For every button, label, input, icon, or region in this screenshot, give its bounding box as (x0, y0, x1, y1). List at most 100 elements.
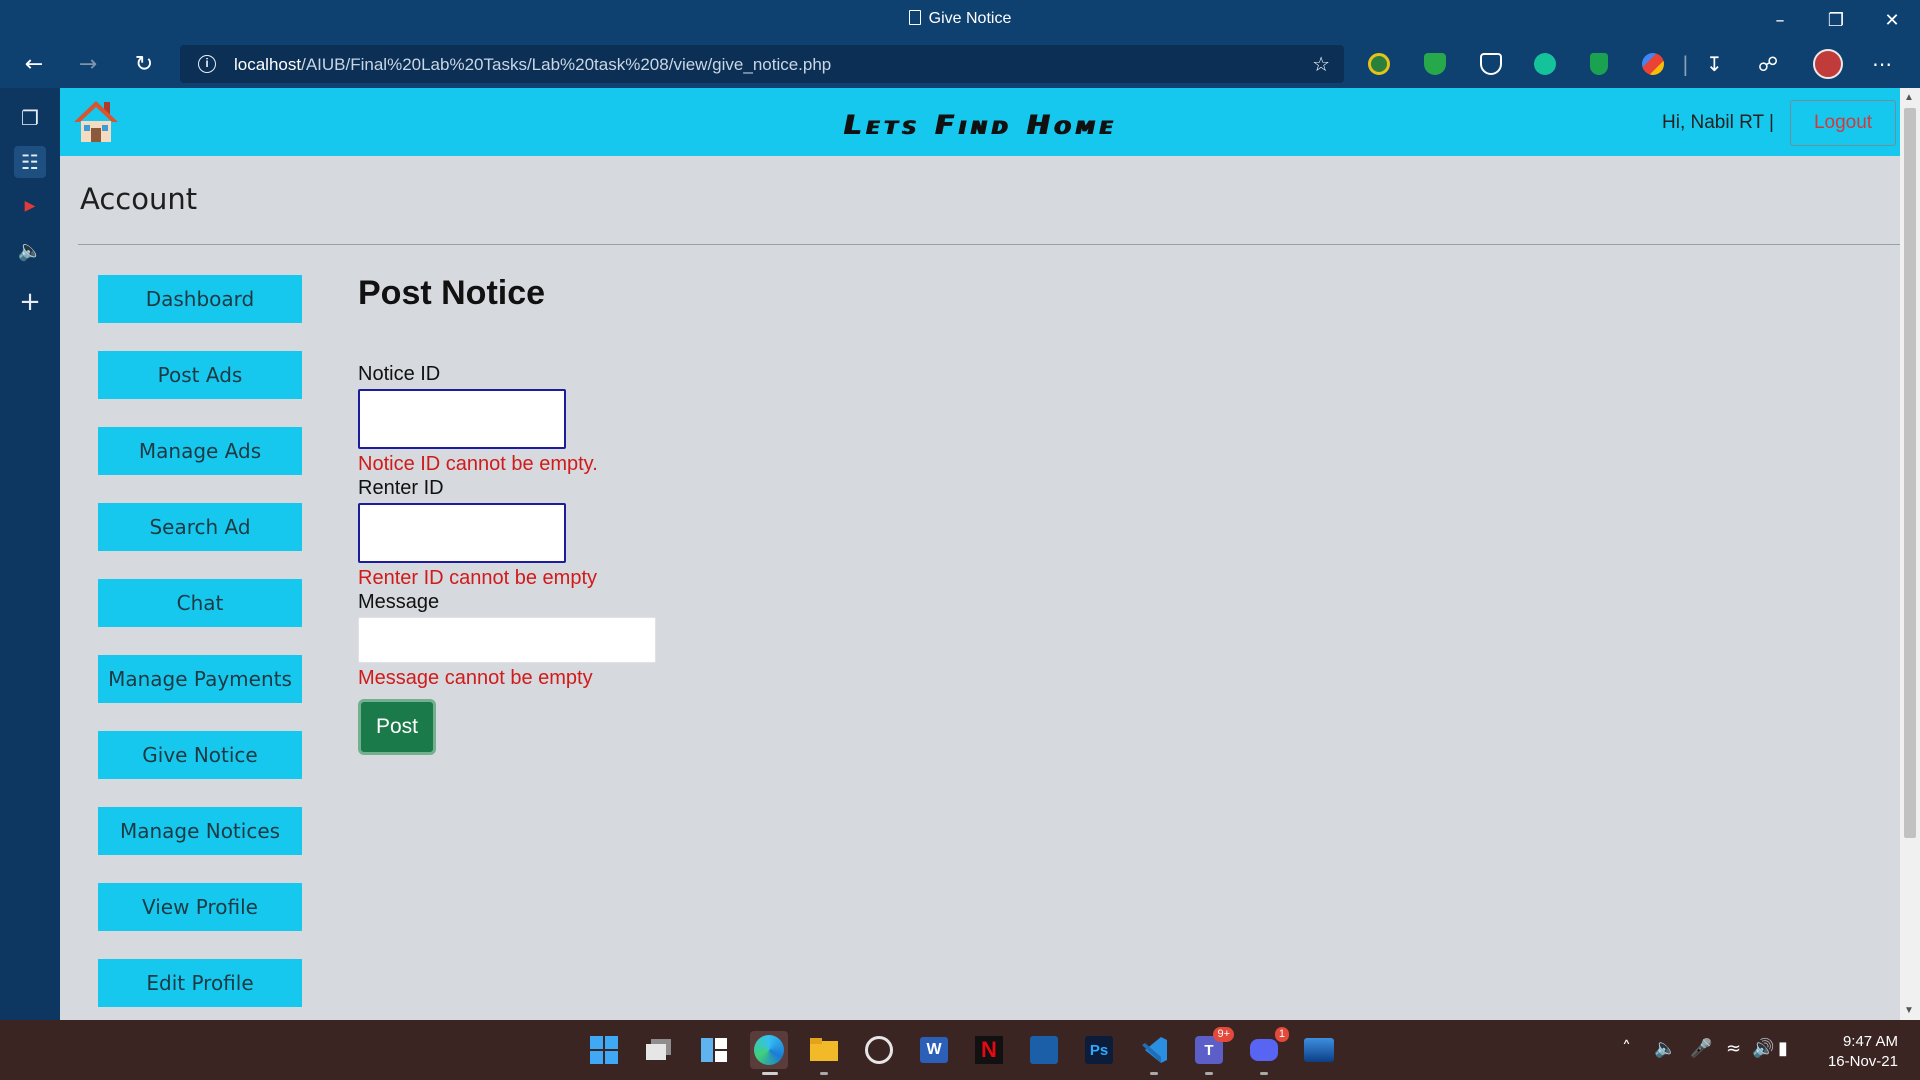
downloads-icon[interactable]: ↧ (1706, 52, 1723, 76)
window-title: Give Notice (0, 10, 1920, 28)
notice-id-label: Notice ID (358, 363, 441, 385)
volume-icon[interactable]: 🔊 (1752, 1038, 1774, 1059)
add-icon[interactable]: + (14, 286, 46, 318)
window-titlebar: Give Notice – ❐ ✕ (0, 0, 1920, 40)
windows-start-icon[interactable] (585, 1031, 623, 1069)
close-button[interactable]: ✕ (1864, 0, 1920, 40)
notice-form: Post Notice Notice ID Notice ID cannot b… (358, 274, 1258, 755)
sidebar-item-search-ad[interactable]: Search Ad (98, 503, 302, 551)
site-info-icon[interactable]: i (198, 55, 216, 73)
tray-overflow-icon[interactable]: ˄ (1622, 1038, 1631, 1059)
forward-icon[interactable]: → (72, 48, 104, 80)
logout-button[interactable]: Logout (1790, 100, 1896, 146)
message-error: Message cannot be empty (358, 667, 593, 689)
profile-avatar[interactable] (1813, 49, 1843, 79)
running-indicator (820, 1072, 828, 1075)
sidebar-item-edit-profile[interactable]: Edit Profile (98, 959, 302, 1007)
minimize-button[interactable]: – (1752, 0, 1808, 40)
back-icon[interactable]: ← (18, 48, 50, 80)
window-title-text: Give Notice (928, 10, 1012, 27)
system-tray: ˄ 🔈 🎤 ≈ 🔊 ▮ 9:47 AM 16-Nov-21 (1600, 1020, 1920, 1080)
dots-color-icon[interactable] (1642, 53, 1664, 75)
renter-id-error: Renter ID cannot be empty (358, 567, 598, 589)
renter-id-input[interactable] (358, 503, 566, 563)
message-input[interactable] (358, 617, 656, 663)
restore-button[interactable]: ❐ (1808, 0, 1864, 40)
page-icon (908, 10, 921, 25)
app-wave-icon[interactable] (1300, 1031, 1338, 1069)
vscode-icon[interactable] (1135, 1031, 1173, 1069)
taskbar: W N Ps T 9+ 1 ˄ 🔈 🎤 ≈ 🔊 ▮ 9:47 AM 16-Nov… (0, 1020, 1920, 1080)
running-indicator (1260, 1072, 1268, 1075)
sidebar-item-dashboard[interactable]: Dashboard (98, 275, 302, 323)
notice-id-input[interactable] (358, 389, 566, 449)
sidebar-item-chat[interactable]: Chat (98, 579, 302, 627)
wifi-icon[interactable]: ≈ (1726, 1038, 1741, 1059)
tray-speaker-icon[interactable]: 🔈 (1654, 1038, 1676, 1059)
sidebar-item-give-notice[interactable]: Give Notice (98, 731, 302, 779)
discord-icon[interactable]: 1 (1245, 1027, 1289, 1069)
teams-badge: 9+ (1213, 1027, 1234, 1042)
performance-icon[interactable]: ☍ (1758, 52, 1778, 76)
widgets-icon[interactable] (695, 1031, 733, 1069)
more-icon[interactable]: ⋯ (1872, 52, 1892, 76)
site-title: Lets Find Home (843, 110, 1117, 141)
url-path: /AIUB/Final%20Lab%20Tasks/Lab%20task%208… (301, 55, 832, 74)
obs-icon[interactable] (860, 1031, 898, 1069)
brave-shield-icon[interactable] (1480, 53, 1502, 75)
running-indicator (1205, 1072, 1213, 1075)
edge-icon[interactable] (750, 1031, 788, 1069)
word-icon[interactable]: W (915, 1031, 953, 1069)
scroll-up-icon[interactable]: ▲ (1904, 92, 1914, 103)
task-view-icon[interactable] (640, 1031, 678, 1069)
account-sidebar: Dashboard Post Ads Manage Ads Search Ad … (98, 275, 302, 1020)
user-greeting: Hi, Nabil RT | (1662, 112, 1774, 133)
clock[interactable]: 9:47 AM 16-Nov-21 (1828, 1032, 1898, 1072)
grammarly-icon[interactable] (1534, 53, 1556, 75)
sidebar-item-manage-payments[interactable]: Manage Payments (98, 655, 302, 703)
notice-id-error: Notice ID cannot be empty. (358, 453, 598, 475)
sidebar-item-post-ads[interactable]: Post Ads (98, 351, 302, 399)
teams-icon[interactable]: T 9+ (1190, 1027, 1234, 1069)
file-explorer-icon[interactable] (805, 1031, 843, 1069)
prime-video-icon[interactable] (1025, 1031, 1063, 1069)
browser-sidebar: ❐ ☷ ▶ 🔈 + (0, 88, 60, 1020)
address-bar[interactable]: i localhost/AIUB/Final%20Lab%20Tasks/Lab… (180, 45, 1344, 83)
account-heading: Account (80, 182, 198, 216)
microphone-icon[interactable]: 🎤 (1690, 1038, 1712, 1059)
scrollbar-thumb[interactable] (1904, 108, 1916, 838)
page-title: Post Notice (358, 274, 546, 312)
speaker-icon[interactable]: 🔈 (14, 234, 46, 266)
refresh-icon[interactable]: ↻ (128, 48, 160, 80)
add-favorite-icon[interactable]: ☆ (1312, 52, 1330, 76)
shield-green-icon[interactable] (1424, 53, 1446, 75)
url-host: localhost (234, 55, 302, 74)
page-viewport: Lets Find Home Hi, Nabil RT | Logout Acc… (60, 88, 1900, 1020)
site-header: Lets Find Home Hi, Nabil RT | Logout (60, 88, 1900, 156)
ext-eye-icon[interactable] (1368, 53, 1390, 75)
browser-toolbar: ← → ↻ i localhost/AIUB/Final%20Lab%20Tas… (0, 40, 1920, 88)
url-text[interactable]: localhost/AIUB/Final%20Lab%20Tasks/Lab%2… (234, 55, 831, 75)
netflix-icon[interactable]: N (970, 1031, 1008, 1069)
youtube-icon[interactable]: ▶ (14, 190, 46, 222)
sidebar-item-manage-ads[interactable]: Manage Ads (98, 427, 302, 475)
clock-time: 9:47 AM (1842, 1033, 1898, 1050)
sidebar-item-manage-notices[interactable]: Manage Notices (98, 807, 302, 855)
scroll-down-icon[interactable]: ▼ (1904, 1005, 1914, 1016)
page-scrollbar[interactable]: ▲ ▼ (1900, 88, 1920, 1020)
running-indicator (1150, 1072, 1158, 1075)
collections-icon[interactable]: ☷ (14, 146, 46, 178)
post-button[interactable]: Post (358, 699, 436, 755)
message-label: Message (358, 591, 440, 613)
battery-icon[interactable]: ▮ (1778, 1038, 1788, 1059)
renter-id-label: Renter ID (358, 477, 444, 499)
divider (78, 244, 1900, 245)
sidebar-item-view-profile[interactable]: View Profile (98, 883, 302, 931)
shield-check-icon[interactable] (1590, 53, 1608, 75)
photoshop-icon[interactable]: Ps (1080, 1031, 1118, 1069)
active-app-indicator (762, 1072, 778, 1075)
discord-badge: 1 (1274, 1027, 1289, 1042)
tab-actions-icon[interactable]: ❐ (14, 102, 46, 134)
clock-date: 16-Nov-21 (1827, 1053, 1898, 1070)
toolbar-separator: | (1682, 52, 1689, 76)
